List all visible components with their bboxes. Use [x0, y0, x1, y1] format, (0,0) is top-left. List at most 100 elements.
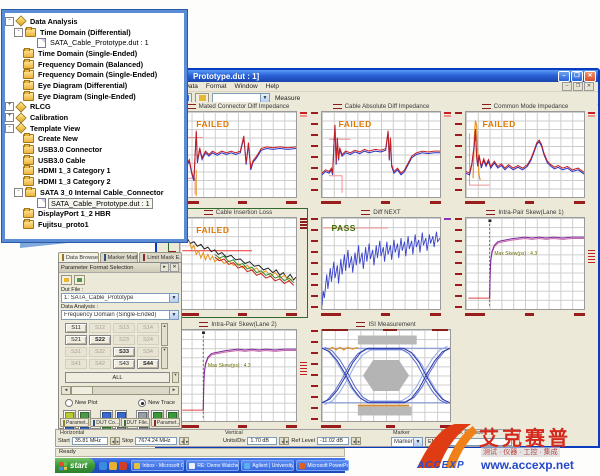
tree-item[interactable]: HDMI 1_3 Category 1	[5, 166, 184, 177]
plot-isi-measurement[interactable]	[321, 329, 451, 422]
sparameter-scrollbar[interactable]: ▲▼	[161, 323, 168, 369]
scroll-right-icon[interactable]: ►	[169, 387, 178, 394]
titlebar[interactable]: Prototype.dut : 1] – ❐ ✕	[157, 70, 598, 82]
mdi-close-button[interactable]: ✕	[584, 82, 594, 91]
sparam-button-s24[interactable]: S24	[137, 335, 159, 345]
tree-item[interactable]: SATA_Cable_Prototype.dut : 1	[5, 198, 184, 209]
taskbar-task-button[interactable]: Inbox - Microsoft Out...	[131, 460, 184, 471]
minimize-button[interactable]: –	[558, 71, 570, 82]
tab-data-browser[interactable]: Data Browser	[58, 252, 99, 262]
tree-item[interactable]: Frequency Domain (Single-Ended)	[5, 69, 184, 80]
start-field[interactable]: 35.81 MHz	[72, 437, 108, 445]
chevron-down-icon[interactable]: ▼	[260, 94, 269, 102]
tree-item[interactable]: HDMI 1_3 Category 2	[5, 176, 184, 187]
taskbar-task-button[interactable]: RE: Demo Watched s...	[186, 460, 239, 471]
units-spinner[interactable]: ◄►	[279, 437, 289, 445]
sparam-button-s32[interactable]: S32	[89, 347, 111, 357]
new-trace-radio[interactable]: New Trace	[138, 399, 175, 407]
expand-icon[interactable]: +	[5, 102, 14, 111]
menu-format[interactable]: Format	[206, 83, 227, 90]
chevron-down-icon[interactable]: ▼	[169, 311, 178, 319]
dut-file-select[interactable]: 1: SATA_Cable_Prototype ▼	[61, 293, 179, 303]
start-button[interactable]: start	[55, 458, 95, 473]
taskbar-task-button[interactable]: Agilent | University S...	[241, 460, 294, 471]
tree-item[interactable]: +Calibration	[5, 112, 184, 123]
tab-limit-mask-e-[interactable]: Limit Mask E...	[139, 252, 182, 262]
taskbar-task-button[interactable]: Microsoft PowerPoint...	[296, 460, 349, 471]
expand-icon[interactable]: +	[5, 113, 14, 122]
chart-intra-pair-skew-lane2[interactable]: Intra-Pair Skew(Lane 2)Max Skew(ps) : 4.…	[168, 320, 308, 430]
measure-menu[interactable]: Measure	[275, 95, 300, 102]
close-button[interactable]: ✕	[584, 71, 596, 82]
tab-marker-math[interactable]: Marker Math	[100, 252, 139, 262]
chart-diff-next[interactable]: Diff NEXTPASS	[310, 208, 452, 318]
plot-intra-pair-skew-lane1[interactable]: Max Skew(ps) : 4.3	[465, 217, 585, 310]
plot-common-mode-impedance[interactable]: FAILED	[465, 111, 585, 198]
sparam-button-s14[interactable]: S14	[137, 323, 159, 333]
chart-cable-insertion-loss[interactable]: Cable Insertion LossFAILED	[168, 208, 308, 318]
ref-level-field[interactable]: -11.02 dB	[317, 437, 349, 445]
sparam-button-s41[interactable]: S41	[65, 359, 87, 369]
panel-close-button[interactable]: ✕	[170, 263, 179, 272]
tree-item[interactable]: -Time Domain (Differential)	[5, 27, 184, 38]
chart-intra-pair-skew-lane1[interactable]: Intra-Pair Skew(Lane 1)Max Skew(ps) : 4.…	[454, 208, 596, 318]
tree-item[interactable]: Eye Diagram (Single-Ended)	[5, 91, 184, 102]
new-plot-radio[interactable]: New Plot	[65, 399, 97, 407]
tree-item[interactable]: Time Domain (Single-Ended)	[5, 48, 184, 59]
sparam-button-s43[interactable]: S43	[113, 359, 135, 369]
collapse-icon[interactable]: -	[14, 188, 23, 197]
collapse-icon[interactable]: -	[5, 17, 14, 26]
pin-button[interactable]: ▸	[160, 263, 169, 272]
tree-item[interactable]: -Template View	[5, 123, 184, 134]
mdi-minimize-button[interactable]: –	[562, 82, 572, 91]
collapse-icon[interactable]: -	[5, 124, 14, 133]
units-div-field[interactable]: 1.70 dB	[247, 437, 277, 445]
sparam-button-s33[interactable]: S33	[113, 347, 135, 357]
sparam-button-s44[interactable]: S44	[137, 359, 159, 369]
tree-item[interactable]: -SATA 3_0 Internal Cable_Connector	[5, 187, 184, 198]
tree-item[interactable]: Fujitsu_proto1	[5, 219, 184, 230]
bottom-tab-paramet-[interactable]: Paramet...	[151, 418, 180, 427]
export-button[interactable]	[61, 275, 72, 285]
tree-item[interactable]: Frequency Domain (Balanced)	[5, 59, 184, 70]
media-icon[interactable]	[119, 462, 127, 470]
data-analysis-select[interactable]: Frequency Domain (Single-Ended) ▼	[61, 310, 179, 320]
tree-item[interactable]: +RLCG	[5, 102, 184, 113]
tree-item[interactable]: -Data Analysis	[5, 16, 184, 27]
scrollbar-thumb[interactable]	[71, 386, 93, 395]
sparam-button-s34[interactable]: S34	[137, 347, 159, 357]
plot-intra-pair-skew-lane2[interactable]: Max Skew(ps) : 4.3	[179, 329, 297, 422]
sparam-button-s13[interactable]: S13	[113, 323, 135, 333]
stop-field[interactable]: 7674.24 MHz	[135, 437, 177, 445]
all-dropdown[interactable]: ▼	[172, 372, 179, 383]
ie-icon[interactable]	[99, 462, 107, 470]
chevron-down-icon[interactable]: ▼	[169, 294, 178, 302]
start-spinner[interactable]: ◄►	[110, 437, 120, 445]
scroll-left-icon[interactable]: ◄	[62, 387, 71, 394]
sparam-button-s22[interactable]: S22	[89, 335, 111, 345]
mdi-restore-button[interactable]: ❐	[573, 82, 583, 91]
plot-cable-insertion-loss[interactable]: FAILED	[179, 217, 297, 310]
bottom-tab-paramet-[interactable]: Paramet...	[60, 418, 89, 427]
all-button[interactable]: ALL	[65, 372, 170, 383]
outlook-icon[interactable]	[109, 462, 117, 470]
sparam-button-s23[interactable]: S23	[113, 335, 135, 345]
chart-common-mode-impedance[interactable]: Common Mode ImpedanceFAILED	[454, 102, 596, 206]
sparam-button-s11[interactable]: S11	[65, 323, 87, 333]
refresh-button[interactable]	[74, 275, 85, 285]
sparam-button-s42[interactable]: S42	[89, 359, 111, 369]
tree-item[interactable]: DisplayPort 1_2 HBR	[5, 208, 184, 219]
bottom-tab-dut-file-[interactable]: DUT File...	[121, 418, 150, 427]
plot-diff-next[interactable]: PASS	[321, 217, 441, 310]
chart-isi-measurement[interactable]: ISI Measurement	[310, 320, 462, 430]
restore-button[interactable]: ❐	[571, 71, 583, 82]
chart-cable-absolute-diff-impedance[interactable]: Cable Absolute Diff ImpedanceFAILED	[310, 102, 452, 206]
tree-item[interactable]: Create New	[5, 134, 184, 145]
menu-window[interactable]: Window	[235, 83, 258, 90]
ref-spinner[interactable]: ◄►	[351, 437, 361, 445]
stop-spinner[interactable]: ◄►	[179, 437, 189, 445]
menu-help[interactable]: Help	[266, 83, 279, 90]
tree-item[interactable]: USB3.0 Connector	[5, 144, 184, 155]
sparam-button-s21[interactable]: S21	[65, 335, 87, 345]
collapse-icon[interactable]: -	[14, 28, 23, 37]
